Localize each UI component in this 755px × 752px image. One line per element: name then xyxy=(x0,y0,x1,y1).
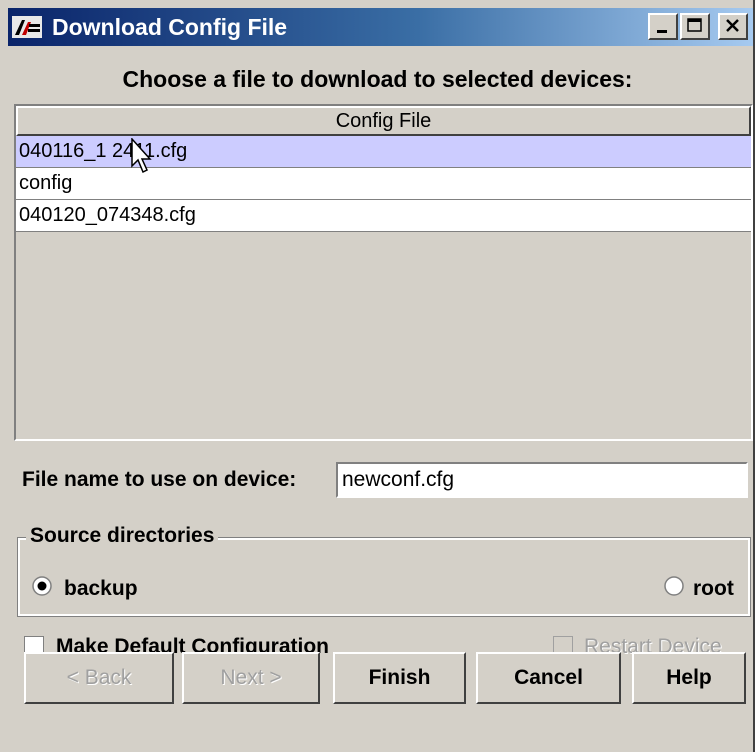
list-item[interactable]: config xyxy=(16,168,751,200)
source-directories-title: Source directories xyxy=(26,524,219,548)
help-button[interactable]: Help xyxy=(632,652,746,704)
finish-button[interactable]: Finish xyxy=(333,652,466,704)
column-header-config-file[interactable]: Config File xyxy=(16,106,751,136)
config-file-list[interactable]: Config File 040116_1 2411.cfg config 040… xyxy=(14,104,753,441)
root-radio[interactable] xyxy=(664,576,684,596)
title-bar[interactable]: Download Config File xyxy=(8,8,753,46)
minimize-icon xyxy=(657,30,667,33)
maximize-button[interactable] xyxy=(680,13,710,40)
maximize-icon xyxy=(687,18,702,32)
close-button[interactable] xyxy=(718,13,748,40)
download-config-window: Download Config File Choose a file to do… xyxy=(0,0,755,752)
dialog-heading: Choose a file to download to selected de… xyxy=(122,66,633,92)
backup-radio[interactable] xyxy=(32,576,52,596)
mouse-cursor-icon xyxy=(131,138,152,174)
list-item[interactable]: 040116_1 2411.cfg xyxy=(16,136,751,168)
list-item[interactable]: 040120_074348.cfg xyxy=(16,200,751,232)
backup-radio-label[interactable]: backup xyxy=(64,577,138,601)
window-title: Download Config File xyxy=(52,14,288,40)
minimize-button[interactable] xyxy=(648,13,678,40)
back-button[interactable]: < Back xyxy=(24,652,174,704)
close-icon xyxy=(726,19,739,32)
file-name-input[interactable]: newconf.cfg xyxy=(336,462,748,498)
app-logo-icon xyxy=(12,16,42,38)
cancel-button[interactable]: Cancel xyxy=(476,652,621,704)
next-button[interactable]: Next > xyxy=(182,652,320,704)
file-name-label: File name to use on device: xyxy=(22,468,297,491)
root-radio-label[interactable]: root xyxy=(693,577,734,601)
